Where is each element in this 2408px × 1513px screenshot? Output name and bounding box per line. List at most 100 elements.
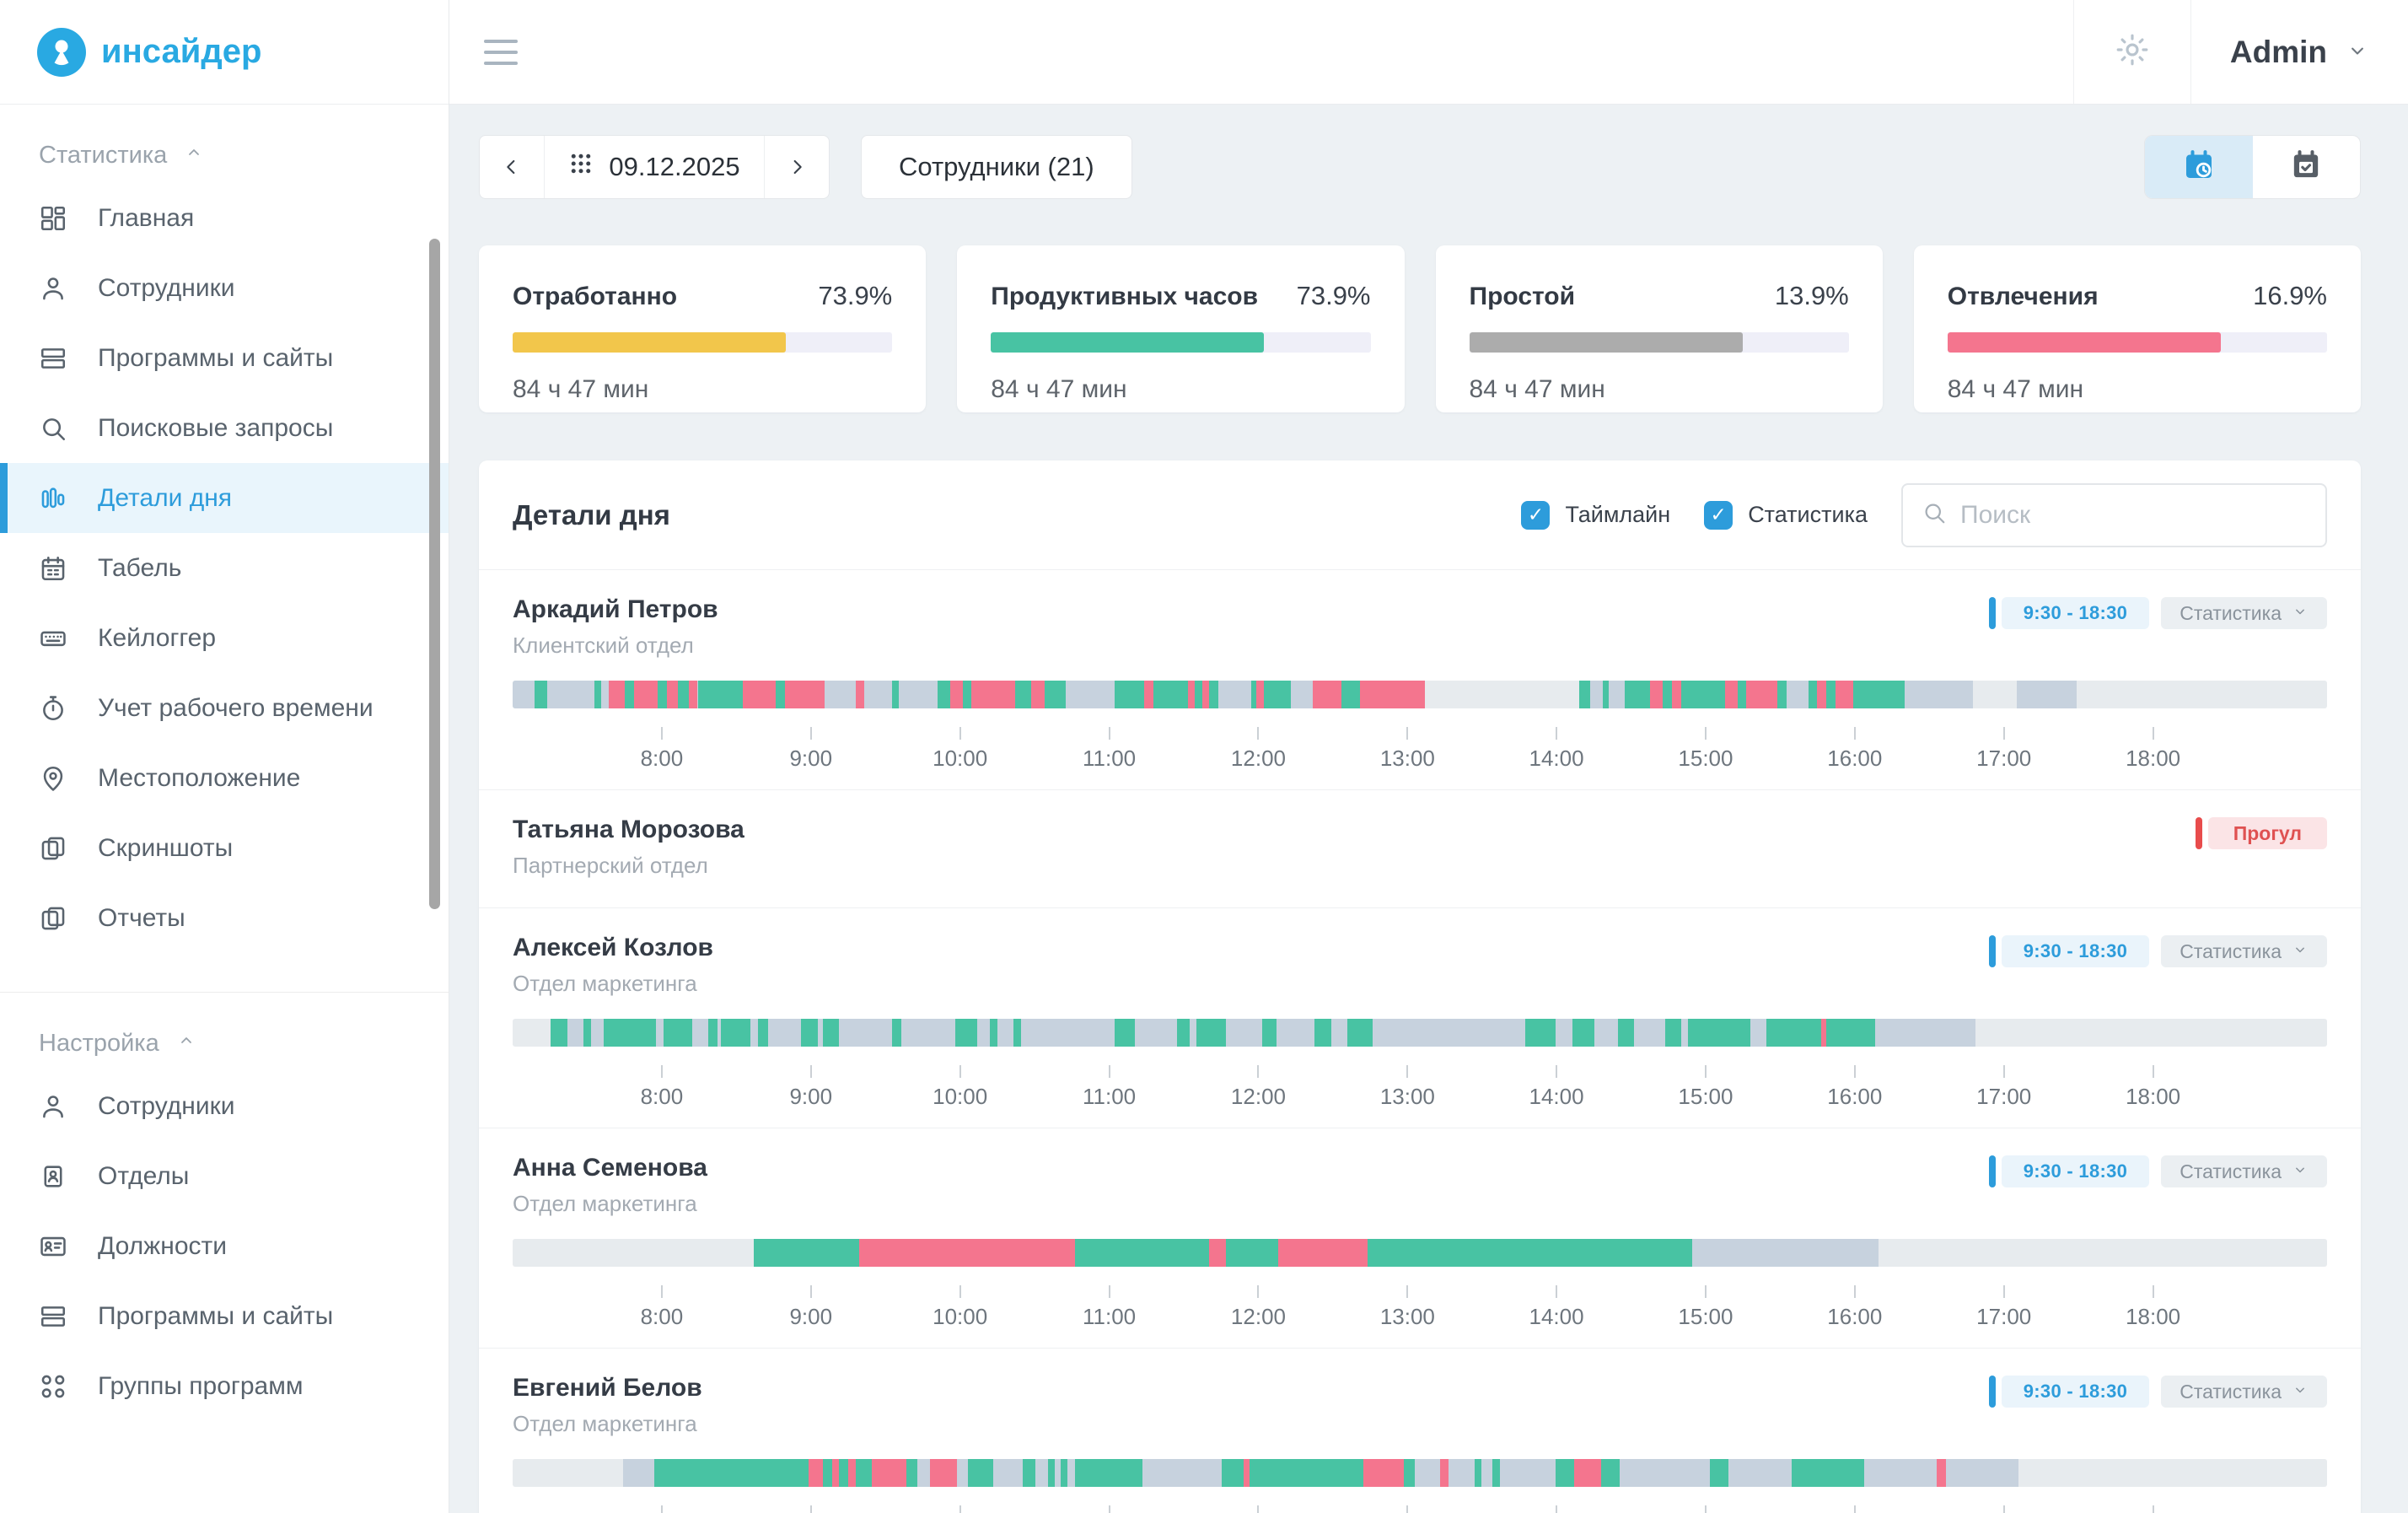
timeline-segment-productive bbox=[1601, 1459, 1620, 1487]
timeline-segment-productive bbox=[583, 1019, 591, 1047]
bars-icon bbox=[39, 484, 67, 513]
axis-hour-label: 12:00 bbox=[1231, 1084, 1286, 1110]
sidebar-item-сотрудники[interactable]: Сотрудники bbox=[0, 1071, 449, 1141]
row-statistics-label: Статистика bbox=[2180, 940, 2282, 963]
sidebar-item-программы-и-сайты[interactable]: Программы и сайты bbox=[0, 323, 449, 393]
sidebar-item-главная[interactable]: Главная bbox=[0, 183, 449, 253]
axis-hour-label: 13:00 bbox=[1380, 1084, 1435, 1110]
settings-button[interactable] bbox=[2073, 0, 2191, 104]
sidebar-scrollbar[interactable] bbox=[429, 239, 440, 909]
axis-tick bbox=[1556, 727, 1557, 740]
row-statistics-dropdown[interactable]: Статистика bbox=[2161, 597, 2327, 629]
row-statistics-dropdown[interactable]: Статистика bbox=[2161, 1155, 2327, 1187]
timeline-segment-distraction bbox=[971, 681, 1015, 708]
chevron-down-icon bbox=[2346, 35, 2369, 70]
sidebar-item-label: Сотрудники bbox=[98, 1092, 235, 1121]
sidebar-section-label[interactable]: Статистика bbox=[39, 142, 449, 170]
employees-filter-label: Сотрудники (21) bbox=[899, 152, 1094, 182]
timeline-segment-productive bbox=[892, 681, 900, 708]
timeline-segment-productive bbox=[968, 1459, 993, 1487]
checkbox-timeline[interactable]: ✓Таймлайн bbox=[1521, 501, 1670, 530]
idcard-icon bbox=[39, 1232, 67, 1261]
axis-hour-label: 15:00 bbox=[1678, 1304, 1733, 1330]
axis-tick bbox=[1406, 1285, 1408, 1298]
timeline-segment-distraction bbox=[1209, 1239, 1225, 1267]
sidebar-item-кейлоггер[interactable]: Кейлоггер bbox=[0, 603, 449, 673]
timeline-segment-distraction bbox=[1746, 681, 1777, 708]
search-box[interactable] bbox=[1901, 483, 2327, 547]
menu-toggle-icon[interactable] bbox=[484, 40, 518, 65]
timeline-segment-productive bbox=[1013, 1019, 1021, 1047]
topbar: Admin bbox=[449, 0, 2408, 105]
timeline-segment-productive bbox=[678, 681, 689, 708]
sidebar-item-скриншоты[interactable]: Скриншоты bbox=[0, 813, 449, 883]
row-badges: 9:30 - 18:30Статистика bbox=[1989, 1376, 2327, 1408]
prev-day-button[interactable] bbox=[480, 136, 544, 198]
timeline-segment-distraction bbox=[1574, 1459, 1601, 1487]
main-content: 09.12.2025 Сотрудники (21) bbox=[449, 105, 2408, 1513]
timeline-segment-productive bbox=[1475, 1459, 1482, 1487]
row-statistics-dropdown[interactable]: Статистика bbox=[2161, 935, 2327, 967]
employee-row: Евгений БеловОтдел маркетинга9:30 - 18:3… bbox=[479, 1349, 2361, 1513]
axis-hour-label: 18:00 bbox=[2126, 1084, 2180, 1110]
timeline-segment-productive bbox=[823, 1019, 839, 1047]
row-statistics-label: Статистика bbox=[2180, 602, 2282, 625]
sidebar-item-табель[interactable]: Табель bbox=[0, 533, 449, 603]
schedule-badge-label: 9:30 - 18:30 bbox=[2002, 597, 2149, 629]
sidebar-item-местоположение[interactable]: Местоположение bbox=[0, 743, 449, 813]
panel-checkboxes: ✓Таймлайн ✓Статистика bbox=[1521, 501, 1868, 530]
sidebar-section-label[interactable]: Настройка bbox=[39, 1030, 449, 1058]
employee-department: Отдел маркетинга bbox=[513, 1411, 2327, 1437]
user-name: Admin bbox=[2230, 35, 2327, 70]
sidebar-item-детали-дня[interactable]: Детали дня bbox=[0, 463, 449, 533]
sidebar-item-группы-программ[interactable]: Группы программ bbox=[0, 1351, 449, 1421]
next-day-button[interactable] bbox=[765, 136, 829, 198]
employee-department: Отдел маркетинга bbox=[513, 1191, 2327, 1217]
axis-hour-label: 17:00 bbox=[1976, 1304, 2031, 1330]
calendar-icon bbox=[39, 554, 67, 583]
sidebar-item-отделы[interactable]: Отделы bbox=[0, 1141, 449, 1211]
timeline-segment-distraction bbox=[950, 681, 963, 708]
employees-filter-button[interactable]: Сотрудники (21) bbox=[861, 135, 1132, 199]
brand[interactable]: инсайдер bbox=[0, 0, 449, 105]
axis-hour-label: 11:00 bbox=[1083, 1084, 1136, 1110]
axis-tick bbox=[810, 727, 812, 740]
chevron-up-icon bbox=[184, 142, 204, 170]
axis-tick bbox=[1854, 1285, 1856, 1298]
schedule-badge-bar bbox=[1989, 935, 1996, 967]
sidebar-item-поисковые-запросы[interactable]: Поисковые запросы bbox=[0, 393, 449, 463]
timeline-segment-productive bbox=[1023, 1459, 1035, 1487]
checkbox-statistics[interactable]: ✓Статистика bbox=[1704, 501, 1868, 530]
view-table-button[interactable] bbox=[2253, 136, 2361, 198]
timeline-segment-productive bbox=[1710, 1459, 1728, 1487]
sidebar-item-label: Сотрудники bbox=[98, 274, 235, 303]
search-input[interactable] bbox=[1960, 501, 2307, 530]
panel-controls: ✓Таймлайн ✓Статистика bbox=[1521, 483, 2327, 547]
timeline-segment-productive bbox=[708, 1019, 718, 1047]
view-day-timeline-button[interactable] bbox=[2145, 136, 2253, 198]
schedule-badge-label: 9:30 - 18:30 bbox=[2002, 1155, 2149, 1187]
timeline-segment-productive bbox=[604, 1019, 656, 1047]
row-statistics-dropdown[interactable]: Статистика bbox=[2161, 1376, 2327, 1408]
timeline-segment-productive bbox=[698, 681, 744, 708]
user-menu[interactable]: Admin bbox=[2191, 35, 2408, 70]
timeline-segment-productive bbox=[990, 1019, 997, 1047]
axis-hour-label: 17:00 bbox=[1976, 1084, 2031, 1110]
row-badges: 9:30 - 18:30 Статистика bbox=[1989, 1155, 2327, 1187]
sidebar-item-сотрудники[interactable]: Сотрудники bbox=[0, 253, 449, 323]
sidebar-item-программы-и-сайты[interactable]: Программы и сайты bbox=[0, 1281, 449, 1351]
timeline-segment-productive bbox=[1262, 1019, 1277, 1047]
timeline-segment-productive bbox=[1556, 1459, 1574, 1487]
date-picker-button[interactable]: 09.12.2025 bbox=[544, 136, 765, 198]
timeline-segment-productive bbox=[1264, 681, 1291, 708]
stat-card-title: Простой bbox=[1470, 283, 1576, 311]
timeline-segment-distraction bbox=[1202, 681, 1210, 708]
sidebar-item-отчеты[interactable]: Отчеты bbox=[0, 883, 449, 953]
timeline-segment-productive bbox=[664, 1019, 692, 1047]
timeline-segment-productive bbox=[1492, 1459, 1500, 1487]
axis-tick bbox=[810, 1065, 812, 1078]
dashboard-icon bbox=[39, 204, 67, 233]
sidebar-item-должности[interactable]: Должности bbox=[0, 1211, 449, 1281]
sidebar-item-учет-рабочего-времени[interactable]: Учет рабочего времени bbox=[0, 673, 449, 743]
axis-hour-label: 9:00 bbox=[789, 1304, 832, 1330]
